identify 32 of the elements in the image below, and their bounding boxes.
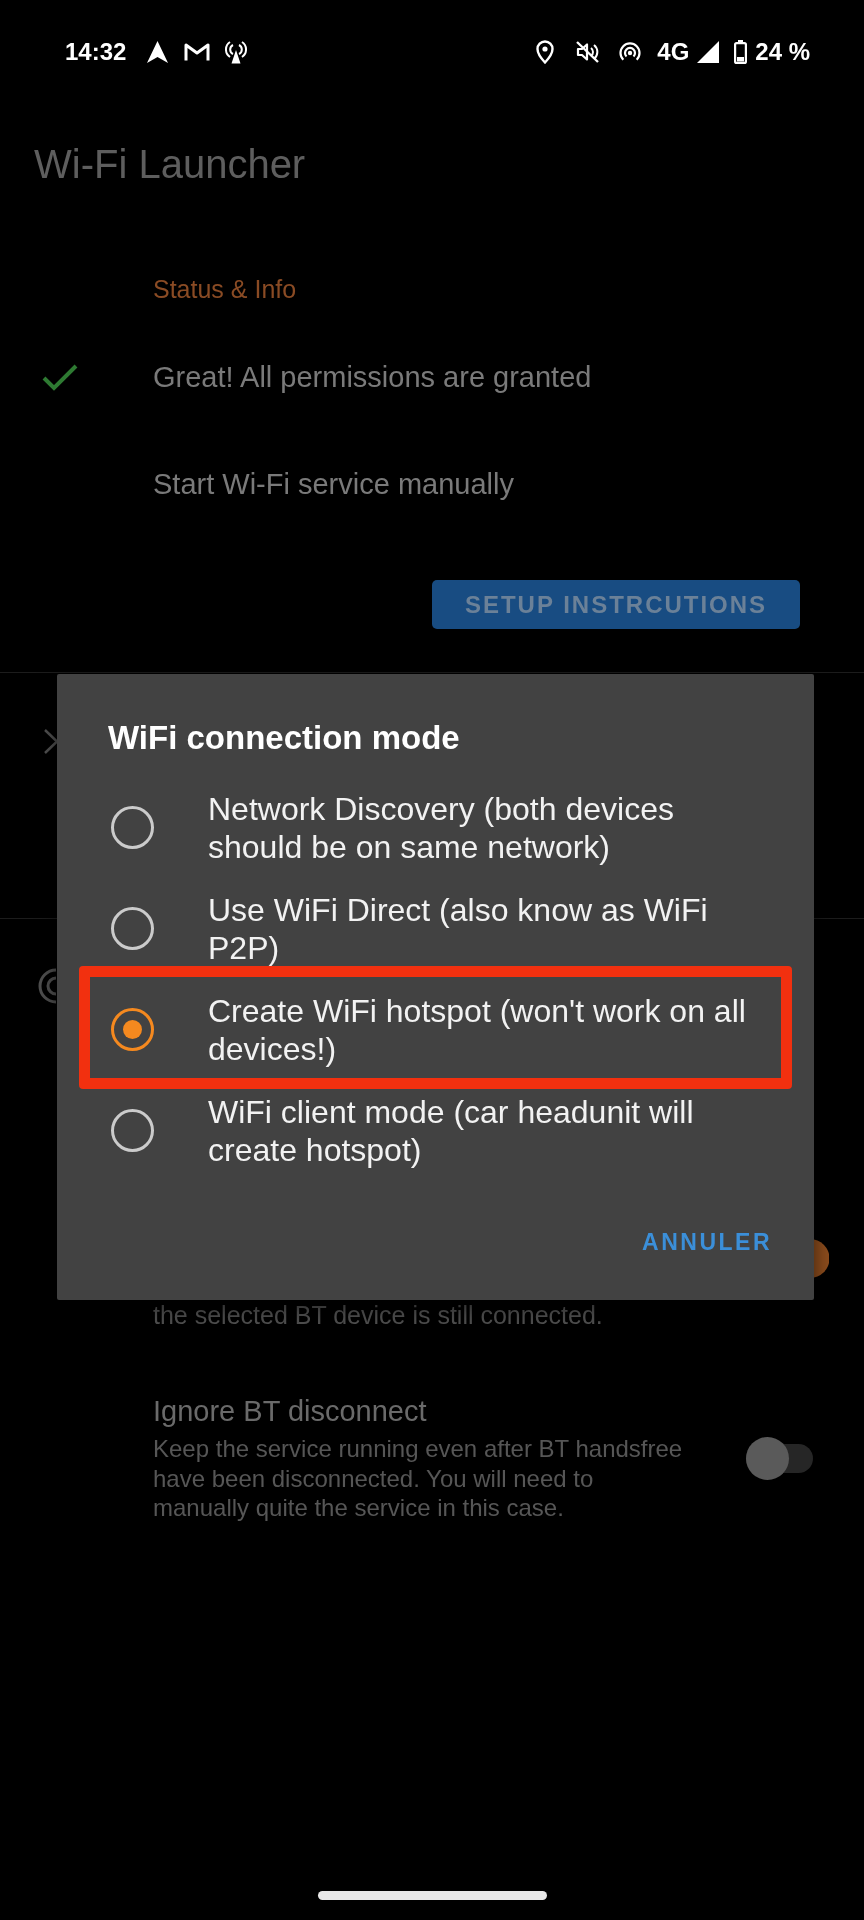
app-title: Wi-Fi Launcher [34, 141, 306, 188]
option-label[interactable]: Create WiFi hotspot (won't work on all devices!) [208, 991, 764, 1068]
radio-button[interactable] [111, 1008, 154, 1051]
option-label[interactable]: Use WiFi Direct (also know as WiFi P2P) [208, 890, 764, 967]
check-icon [42, 363, 78, 391]
status-text: Great! All permissions are granted [153, 360, 592, 394]
cross-icon [44, 729, 57, 754]
hotspot-icon [38, 968, 56, 1004]
mail-icon [184, 42, 211, 62]
option-label[interactable]: WiFi client mode (car headunit will create hotspot) [208, 1092, 764, 1169]
battery-percentage: 24 % [755, 38, 810, 66]
clock-time: 14:32 [65, 38, 127, 66]
location-pin-icon [536, 40, 555, 64]
mute-icon [575, 40, 601, 64]
battery-icon [734, 40, 748, 64]
setting-description: the selected BT device is still connected. [153, 1301, 603, 1329]
radio-button[interactable] [111, 806, 154, 849]
radio-button[interactable] [111, 1109, 154, 1152]
navigation-arrow-icon [146, 40, 170, 64]
toggle-switch[interactable] [746, 1436, 813, 1480]
option-label[interactable]: Network Discovery (both devices should be on same network) [208, 789, 764, 866]
setting-title: Ignore BT disconnect [153, 1394, 427, 1428]
network-type: 4G [657, 38, 690, 66]
section-header: Status & Info [153, 274, 297, 304]
signal-icon [697, 41, 720, 63]
dialog-title: WiFi connection mode [108, 718, 460, 758]
status-text: Start Wi-Fi service manually [153, 467, 514, 501]
radio-button[interactable] [111, 907, 154, 950]
setting-description: Keep the service running even after BT handsfree have been disconnected. You will need to manually quite the service in this case. [153, 1434, 684, 1523]
broadcast-tower-icon [225, 40, 248, 64]
switch-thumb[interactable] [814, 1239, 829, 1278]
hotspot-icon [619, 41, 642, 63]
